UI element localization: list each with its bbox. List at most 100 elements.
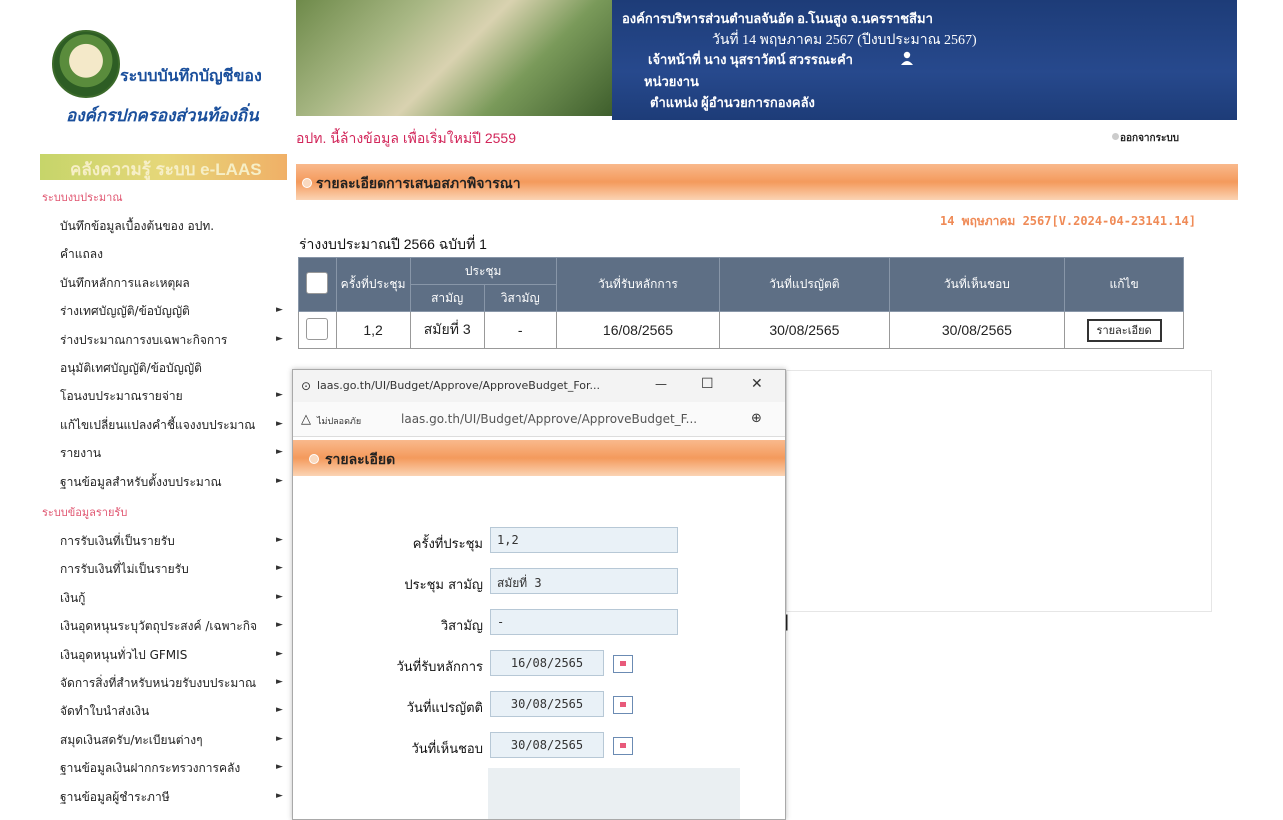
col-approved-date: วันที่เห็นชอบ (888, 257, 1066, 312)
detail-button[interactable]: รายละเอียด (1086, 319, 1162, 342)
insecure-label: ไม่ปลอดภัย (317, 417, 362, 427)
select-all-checkbox[interactable] (306, 272, 329, 294)
cell-received-date: 16/08/2565 (555, 311, 721, 349)
table-row: 1,2 สมัยที่ 3 - 16/08/2565 30/08/2565 30… (298, 311, 1184, 349)
content-frame (786, 370, 1212, 612)
chevron-right-icon: ► (276, 762, 283, 773)
sidebar-item[interactable]: บันทึกหลักการและเหตุผล (60, 274, 288, 293)
user-info-panel: องค์การบริหารส่วนตำบลจันอัด อ.โนนสูง จ.น… (612, 0, 1237, 120)
sidebar-group-revenue: ระบบข้อมูลรายรับ (42, 506, 128, 519)
col-translated-date: วันที่แปรญัตติ (719, 257, 890, 312)
extraordinary-label: วิสามัญ (440, 619, 483, 634)
chevron-right-icon: ► (276, 333, 283, 344)
meeting-table: ครั้งที่ประชุม ประชุม วันที่รับหลักการ ว… (298, 257, 1184, 349)
sidebar-item[interactable]: แก้ไขเปลี่ยนแปลงคำชี้แจงงบประมาณ (60, 416, 288, 435)
section-title: รายละเอียดการเสนอสภาพิจารณา (316, 176, 521, 192)
popup-url[interactable]: laas.go.th/UI/Budget/Approve/ApproveBudg… (401, 412, 697, 426)
cell-edit: รายละเอียด (1064, 311, 1184, 349)
banner-text: คลังความรู้ ระบบ e-LAAS (70, 160, 262, 179)
sidebar-item[interactable]: อนุมัติเทศบัญญัติ/ข้อบัญญัติ (60, 359, 288, 378)
sidebar-item[interactable]: จัดทำใบนำส่งเงิน (60, 702, 288, 721)
cell-meeting-no: 1,2 (335, 311, 411, 349)
current-date: วันที่ 14 พฤษภาคม 2567 (ปีงบประมาณ 2567) (712, 33, 977, 48)
logo-title-line1: ระบบบันทึกบัญชีของ (120, 68, 262, 85)
bullet-icon (302, 178, 312, 188)
cell-approved-date: 30/08/2565 (888, 311, 1066, 349)
approved-date-field[interactable]: 30/08/2565 (490, 732, 604, 758)
col-meeting: ประชุม (409, 257, 557, 285)
sidebar-item[interactable]: สมุดเงินสดรับ/ทะเบียนต่างๆ (60, 731, 288, 750)
draft-title: ร่างงบประมาณปี 2566 ฉบับที่ 1 (299, 236, 487, 252)
popup-urlbar[interactable]: △ ไม่ปลอดภัย laas.go.th/UI/Budget/Approv… (293, 402, 785, 437)
received-date-field[interactable]: 16/08/2565 (490, 650, 604, 676)
sidebar-item[interactable]: เงินอุดหนุนระบุวัตถุประสงค์ /เฉพาะกิจ (60, 617, 288, 636)
approved-date-label: วันที่เห็นชอบ (411, 742, 483, 757)
col-edit: แก้ไข (1064, 257, 1184, 312)
chevron-right-icon: ► (276, 790, 283, 801)
sidebar-item[interactable]: เงินกู้ (60, 589, 288, 608)
chevron-right-icon: ► (276, 305, 283, 316)
officer-name: เจ้าหน้าที่ นาง นุสราวัตน์ สวรรณะคำ (648, 52, 853, 67)
col-received-date: วันที่รับหลักการ (555, 257, 721, 312)
extraordinary-field[interactable]: - (490, 609, 678, 635)
chevron-right-icon: ► (276, 733, 283, 744)
row-checkbox-cell[interactable] (298, 311, 337, 349)
chevron-right-icon: ► (276, 591, 283, 602)
zoom-icon[interactable]: ⊕ (751, 411, 762, 426)
sidebar-item[interactable]: จัดการสิ่งที่สำหรับหน่วยรับงบประมาณ (60, 674, 288, 693)
close-button[interactable]: ✕ (751, 376, 763, 392)
cell-extraordinary: - (483, 311, 557, 349)
sidebar-item[interactable]: เงินอุดหนุนทั่วไป GFMIS (60, 646, 288, 665)
date-version: 14 พฤษภาคม 2567[V.2024-04-23141.14] (940, 214, 1196, 228)
ordinary-field[interactable]: สมัยที่ 3 (490, 568, 678, 594)
elaas-knowledge-banner[interactable]: คลังความรู้ ระบบ e-LAAS (40, 154, 287, 180)
calendar-icon[interactable] (613, 696, 633, 714)
reset-notice: อปท. นี้ล้างข้อมูล เพื่อเริ่มใหม่ปี 2559 (296, 130, 516, 146)
sidebar-item[interactable]: ร่างเทศบัญญัติ/ข้อบัญญัติ (60, 302, 288, 321)
org-name: องค์การบริหารส่วนตำบลจันอัด อ.โนนสูง จ.น… (622, 11, 933, 26)
sidebar-item[interactable]: ฐานข้อมูลเงินฝากกระทรวงการคลัง (60, 759, 288, 778)
maximize-button[interactable]: ☐ (701, 376, 714, 392)
chevron-right-icon: ► (276, 447, 283, 458)
sidebar-item[interactable]: ฐานข้อมูลสำหรับตั้งงบประมาณ (60, 473, 288, 492)
logo-title-line2: องค์กรปกครองส่วนท้องถิ่น (66, 106, 259, 125)
sidebar-item[interactable]: การรับเงินที่ไม่เป็นรายรับ (60, 560, 288, 579)
calendar-icon[interactable] (613, 737, 633, 755)
cell-ordinary: สมัยที่ 3 (409, 311, 485, 349)
ordinary-label: ประชุม สามัญ (404, 578, 483, 593)
minimize-button[interactable]: — (655, 377, 667, 391)
popup-titlebar[interactable]: ⊙ laas.go.th/UI/Budget/Approve/ApproveBu… (293, 370, 785, 402)
sidebar-item[interactable]: การรับเงินที่เป็นรายรับ (60, 532, 288, 551)
sidebar-group-budget: ระบบงบประมาณ (42, 191, 123, 204)
meeting-no-label: ครั้งที่ประชุม (412, 537, 483, 552)
header-select-all[interactable] (298, 257, 337, 312)
logout-link[interactable]: ออกจากระบบ (1120, 131, 1179, 146)
chevron-right-icon: ► (276, 475, 283, 486)
unit-label: หน่วยงาน (644, 74, 699, 89)
sidebar-item[interactable]: ฐานข้อมูลผู้ชำระภาษี (60, 788, 288, 807)
row-checkbox[interactable] (306, 317, 329, 340)
popup-footer-area (488, 768, 740, 819)
sidebar-item[interactable]: คำแถลง (60, 245, 288, 264)
chevron-right-icon: ► (276, 535, 283, 545)
translated-date-field[interactable]: 30/08/2565 (490, 691, 604, 717)
chevron-right-icon: ► (276, 705, 283, 716)
chevron-right-icon: ► (276, 620, 283, 631)
position-label: ตำแหน่ง ผู้อำนวยการกองคลัง (650, 95, 815, 110)
banner-photo (296, 0, 612, 116)
chevron-right-icon: ► (276, 648, 283, 659)
popup-section-title: รายละเอียด (325, 452, 396, 468)
org-seal-logo (52, 30, 120, 98)
sidebar-item[interactable]: โอนงบประมาณรายจ่าย (60, 387, 288, 406)
meeting-no-field[interactable]: 1,2 (490, 527, 678, 553)
calendar-icon[interactable] (613, 655, 633, 673)
sidebar-item[interactable]: บันทึกข้อมูลเบื้องต้นของ อปท. (60, 217, 288, 236)
sidebar-item[interactable]: รายงาน (60, 444, 288, 463)
bullet-icon (309, 454, 319, 464)
logout-icon (1112, 133, 1119, 140)
col-ordinary: สามัญ (409, 284, 485, 312)
sidebar-item[interactable]: ร่างประมาณการงบเฉพาะกิจการ (60, 331, 288, 350)
chevron-right-icon: ► (276, 390, 283, 401)
section-header: รายละเอียดการเสนอสภาพิจารณา (296, 164, 1238, 200)
site-icon: ⊙ (301, 379, 312, 393)
